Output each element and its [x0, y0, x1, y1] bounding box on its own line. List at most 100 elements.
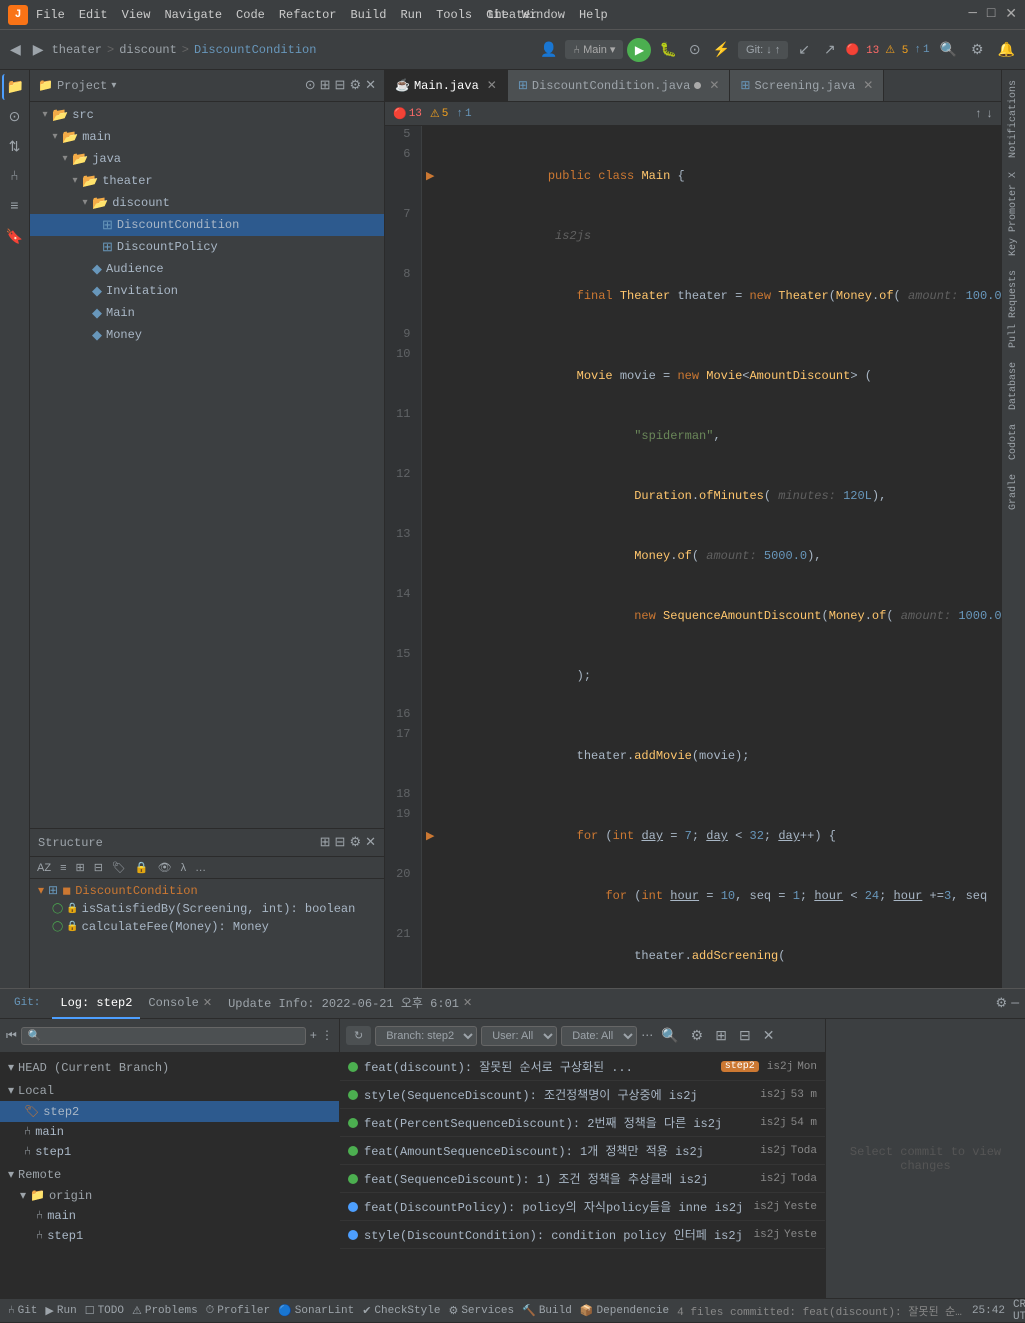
structure-close-icon[interactable]: ✕ — [365, 835, 376, 850]
coverage-button[interactable]: ⊙ — [685, 39, 705, 60]
tree-item-discount[interactable]: ▾ 📂 discount — [30, 192, 384, 214]
filter-button[interactable]: 🏷 — [109, 860, 129, 875]
tab-close-button[interactable]: ✕ — [487, 78, 497, 93]
tree-item-src[interactable]: ▾ 📂 src — [30, 104, 384, 126]
sidebar-bookmark-icon[interactable]: 🔖 — [2, 224, 28, 250]
settings-button[interactable]: ⚙ — [967, 39, 988, 60]
push-button[interactable]: ↗ — [820, 39, 840, 60]
branch-header-local[interactable]: ▾ Local — [0, 1080, 339, 1101]
tab-close-button[interactable]: ✕ — [863, 78, 873, 93]
nav-first-icon[interactable]: ⏮ — [6, 1029, 17, 1043]
sidebar-project-icon[interactable]: 📁 — [2, 74, 28, 100]
minimize-icon[interactable]: ─ — [1011, 996, 1019, 1011]
gear-icon[interactable]: 🔔 — [994, 39, 1019, 60]
right-tab-pull-requests[interactable]: Pull Requests — [1006, 264, 1021, 354]
visibility-button[interactable]: 👁 — [155, 860, 175, 875]
tab-close-button[interactable]: ✕ — [709, 78, 719, 93]
sort-type-button[interactable]: ≡ — [57, 861, 69, 875]
tab-discountcondition[interactable]: ⊞ DiscountCondition.java ✕ — [508, 70, 731, 102]
git-status-button[interactable]: Git: ↓ ↑ — [738, 41, 788, 59]
commit-row-1[interactable]: style(SequenceDiscount): 조건정책명이 구상중에 is2… — [340, 1081, 825, 1109]
structure-method-1[interactable]: ◯ 🔒 isSatisfiedBy(Screening, int): boole… — [34, 900, 380, 918]
menu-view[interactable]: View — [122, 8, 151, 22]
lambda-button[interactable]: λ — [178, 861, 190, 875]
branch-select[interactable]: Branch: step2 — [375, 1026, 477, 1046]
commit-row-5[interactable]: feat(DiscountPolicy): policy의 자식policy들을… — [340, 1193, 825, 1221]
search-button[interactable]: 🔍 — [936, 39, 961, 60]
menu-edit[interactable]: Edit — [79, 8, 108, 22]
commit-row-0[interactable]: feat(discount): 잘못된 순서로 구상화된 ... step2 i… — [340, 1053, 825, 1081]
branch-item-main-remote[interactable]: ⑃ main — [0, 1206, 339, 1226]
settings-icon[interactable]: ⚙ — [996, 996, 1008, 1011]
statusbar-checkstyle[interactable]: ✔ CheckStyle — [362, 1304, 440, 1318]
tab-close-button[interactable]: ✕ — [203, 996, 212, 1010]
collapse-button[interactable]: ⊟ — [735, 1025, 755, 1046]
tree-item-theater[interactable]: ▾ 📂 theater — [30, 170, 384, 192]
filter-icon[interactable]: ⋯ — [641, 1028, 653, 1043]
sidebar-commit-icon[interactable]: ⊙ — [2, 104, 28, 130]
menu-refactor[interactable]: Refactor — [279, 8, 337, 22]
statusbar-problems[interactable]: ⚠ Problems — [132, 1304, 198, 1318]
breadcrumb-discount[interactable]: discount — [119, 43, 177, 57]
branch-header-remote[interactable]: ▾ Remote — [0, 1164, 339, 1185]
tab-console[interactable]: Console ✕ — [140, 989, 220, 1019]
refresh-button[interactable]: ↻ — [346, 1026, 371, 1045]
expand-all-button[interactable]: ⊞ — [72, 860, 87, 875]
statusbar-dependencies[interactable]: 📦 Dependencie — [580, 1304, 669, 1318]
tab-main-java[interactable]: ☕ Main.java ✕ — [385, 70, 508, 102]
panel-settings-icon[interactable]: ⚙ — [349, 78, 361, 93]
panel-search-icon[interactable]: ⊙ — [305, 78, 316, 93]
sidebar-structure-icon[interactable]: ≡ — [2, 194, 28, 220]
update-button[interactable]: ↙ — [794, 39, 814, 60]
tab-screening[interactable]: ⊞ Screening.java ✕ — [730, 70, 884, 102]
statusbar-sonarlint[interactable]: 🔵 SonarLint — [278, 1304, 354, 1318]
tree-item-java[interactable]: ▾ 📂 java — [30, 148, 384, 170]
menu-tools[interactable]: Tools — [436, 8, 472, 22]
menu-file[interactable]: File — [36, 8, 65, 22]
statusbar-run[interactable]: ▶ Run — [45, 1304, 76, 1318]
more-icon[interactable]: ⋮ — [321, 1028, 333, 1043]
nav-up-icon[interactable]: ↑ — [975, 107, 982, 121]
right-tab-notifications[interactable]: Notifications — [1006, 74, 1021, 164]
statusbar-build[interactable]: 🔨 Build — [522, 1304, 572, 1318]
branch-header-origin[interactable]: ▾ 📁 origin — [0, 1185, 339, 1206]
menu-navigate[interactable]: Navigate — [164, 8, 222, 22]
panel-expand-icon[interactable]: ⊞ — [320, 78, 331, 93]
breadcrumb-theater[interactable]: theater — [52, 43, 102, 57]
main-branch-button[interactable]: ⑃ Main ▾ — [565, 40, 623, 59]
more-options-button[interactable]: ⚙ — [687, 1025, 708, 1046]
branch-item-step1-remote[interactable]: ⑃ step1 — [0, 1226, 339, 1246]
statusbar-services[interactable]: ⚙ Services — [448, 1304, 514, 1318]
branch-header-head[interactable]: ▾ HEAD (Current Branch) — [0, 1057, 339, 1078]
tree-item-main[interactable]: ▾ 📂 main — [30, 126, 384, 148]
commit-row-3[interactable]: feat(AmountSequenceDiscount): 1개 정책만 적용 … — [340, 1137, 825, 1165]
sidebar-pullrequest-icon[interactable]: ⇅ — [2, 134, 28, 160]
right-tab-codota[interactable]: Codota — [1006, 418, 1021, 466]
lock-button[interactable]: 🔒 — [132, 860, 152, 875]
menu-build[interactable]: Build — [350, 8, 386, 22]
add-branch-icon[interactable]: + — [310, 1029, 317, 1043]
user-select[interactable]: User: All — [481, 1026, 557, 1046]
sort-alpha-button[interactable]: AZ — [34, 861, 54, 875]
right-tab-key-promoter[interactable]: Key Promoter X — [1006, 166, 1021, 262]
tree-item-invitation[interactable]: ◆ Invitation — [30, 280, 384, 302]
panel-collapse-icon[interactable]: ⊟ — [335, 78, 346, 93]
date-select[interactable]: Date: All — [561, 1026, 637, 1046]
branch-item-step2[interactable]: 🏷 step2 — [0, 1101, 339, 1122]
tree-item-audience[interactable]: ◆ Audience — [30, 258, 384, 280]
tree-item-money[interactable]: ◆ Money — [30, 324, 384, 346]
branch-item-main-local[interactable]: ⑃ main — [0, 1122, 339, 1142]
panel-close-icon[interactable]: ✕ — [365, 78, 376, 93]
structure-settings-icon[interactable]: ⚙ — [349, 835, 361, 850]
nav-back-button[interactable]: ◀ — [6, 39, 25, 60]
collapse-all-button[interactable]: ⊟ — [91, 860, 106, 875]
structure-collapse-icon[interactable]: ⊟ — [335, 835, 346, 850]
minimize-button[interactable]: ─ — [968, 6, 976, 23]
run-button[interactable]: ▶ — [627, 38, 651, 62]
statusbar-todo[interactable]: ☐ TODO — [85, 1304, 124, 1318]
debug-button[interactable]: 🐛 — [655, 39, 680, 60]
commit-row-6[interactable]: style(DiscountCondition): condition poli… — [340, 1221, 825, 1249]
profile-button[interactable]: ⚡ — [709, 39, 734, 60]
statusbar-profiler[interactable]: ⏱ Profiler — [206, 1305, 270, 1317]
menu-code[interactable]: Code — [236, 8, 265, 22]
